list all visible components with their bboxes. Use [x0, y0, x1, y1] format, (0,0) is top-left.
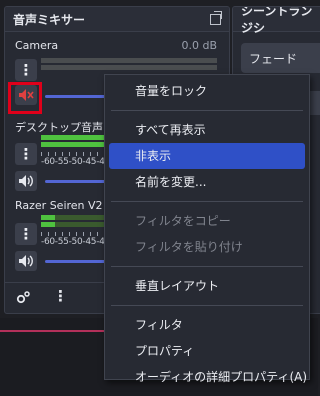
menu-separator [111, 266, 303, 267]
channel-menu-button[interactable]: ⋮ [15, 59, 37, 81]
accent-line [0, 330, 110, 332]
advanced-audio-gear-icon[interactable] [15, 290, 31, 306]
menu-item-vertical-layout[interactable]: 垂直レイアウト [105, 273, 309, 299]
menu-separator [111, 110, 303, 111]
transition-select[interactable]: フェード [241, 43, 320, 73]
menu-item-advanced-audio-properties[interactable]: オーディオの詳細プロパティ(A) [105, 364, 309, 390]
menu-item-lock-volume[interactable]: 音量をロック [105, 78, 309, 104]
menu-separator [111, 201, 303, 202]
mute-button[interactable] [15, 171, 37, 191]
channel-menu-button[interactable]: ⋮ [15, 143, 37, 165]
channel-name: Camera [15, 39, 59, 52]
menu-item-copy-filters: フィルタをコピー [135, 214, 231, 228]
audio-mixer-header: 音声ミキサー [5, 7, 229, 32]
mixer-menu-button[interactable]: ⋮ [53, 287, 68, 305]
channel-menu-button[interactable]: ⋮ [15, 223, 37, 245]
channel-name: Razer Seiren V2 P [15, 199, 113, 212]
meter-scale: -60-55-50-45-40 [41, 157, 110, 167]
meter-scale: -60-55-50-45-40 [41, 237, 110, 247]
menu-item-rename[interactable]: 名前を変更... [105, 169, 309, 195]
speaker-icon [19, 255, 33, 267]
channel-context-menu: 音量をロック すべて再表示 非表示 名前を変更... フィルタをコピー フィルタ… [104, 74, 310, 384]
transitions-title: シーントランジシ [241, 6, 313, 35]
audio-mixer-title: 音声ミキサー [13, 12, 86, 27]
menu-separator [111, 305, 303, 306]
mute-button[interactable] [15, 251, 37, 271]
menu-item-filters[interactable]: フィルタ [105, 312, 309, 338]
menu-item-paste-filters: フィルタを貼り付け [135, 240, 243, 254]
channel-name: デスクトップ音声 [15, 121, 103, 134]
menu-item-properties[interactable]: プロパティ [105, 338, 309, 364]
menu-item-unhide-all[interactable]: すべて再表示 [105, 117, 309, 143]
menu-item-hide[interactable]: 非表示 [109, 143, 305, 169]
channel-db: 0.0 dB [181, 39, 217, 52]
mute-highlight-box [8, 82, 42, 114]
popout-icon[interactable] [210, 10, 222, 25]
transitions-header: シーントランジシ [233, 7, 320, 35]
speaker-icon [19, 175, 33, 187]
